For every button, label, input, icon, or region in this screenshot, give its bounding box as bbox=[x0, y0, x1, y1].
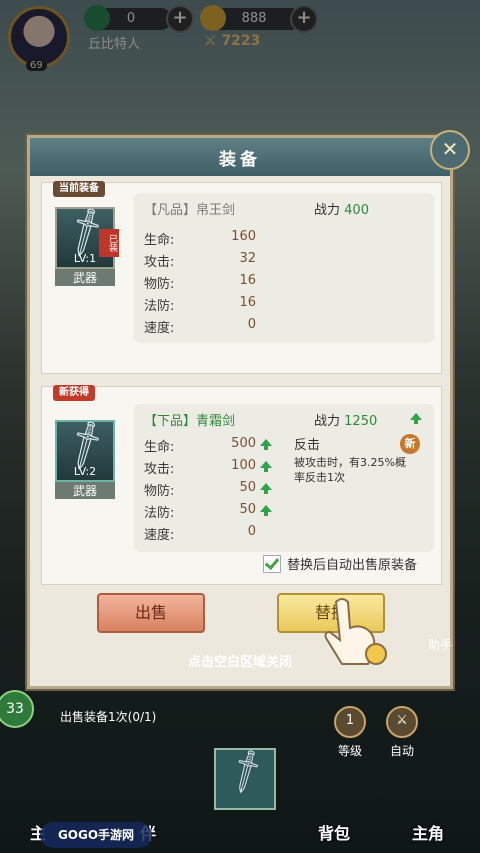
auto-button[interactable]: ⚔ 自动 bbox=[382, 706, 422, 759]
new-stats-box: 【下品】青霜剑 战力 1250 反击 被攻击时，有3.25%概 率反击1次 新 … bbox=[134, 404, 434, 552]
stat-value: 0 bbox=[247, 317, 256, 332]
sell-count-text: 出售装备1次(0/1) bbox=[60, 710, 157, 724]
stat-label: 攻击: bbox=[144, 462, 175, 477]
auto-battle-icon: ⚔ bbox=[386, 706, 418, 738]
stat-label: 生命: bbox=[144, 440, 175, 455]
current-weapon-category: 武器 bbox=[55, 269, 115, 286]
new-weapon-slot[interactable]: 🗡 LV:2 bbox=[55, 416, 116, 482]
stat-label: 物防: bbox=[144, 277, 175, 292]
auto-sell-label[interactable]: 替换后自动出售原装备 bbox=[287, 554, 417, 573]
nav-item-hero[interactable]: 主角 bbox=[412, 820, 444, 844]
new-item-name: 【下品】青霜剑 bbox=[144, 414, 236, 429]
stat-value: 16 bbox=[239, 295, 256, 310]
nav-item-bag[interactable]: 背包 bbox=[318, 820, 350, 844]
assistant-button[interactable]: 助手 bbox=[420, 636, 460, 653]
arrow-up-icon bbox=[260, 461, 272, 472]
current-item-power: 战力 400 bbox=[314, 199, 369, 218]
stat-value: 50 bbox=[239, 502, 256, 517]
assistant-label: 助手 bbox=[427, 638, 452, 652]
arrow-up-icon bbox=[260, 483, 272, 494]
current-equipment-tag: 当前装备 bbox=[53, 181, 105, 197]
skill-desc: 被攻击时，有3.25%概 bbox=[294, 456, 406, 469]
auto-label: 自动 bbox=[389, 744, 414, 758]
new-equipment-tag: 新获得 bbox=[53, 385, 95, 401]
power-label: 战力 bbox=[314, 414, 341, 429]
stat-label: 法防: bbox=[144, 299, 175, 314]
arrow-up-icon bbox=[410, 413, 422, 424]
sell-button[interactable]: 出售 bbox=[97, 593, 205, 633]
stat-label: 速度: bbox=[144, 321, 175, 336]
skill-desc: 率反击1次 bbox=[294, 471, 345, 484]
power-value: 1250 bbox=[344, 414, 378, 429]
level-value: 1 bbox=[334, 706, 366, 738]
skill-name: 反击 bbox=[294, 438, 321, 453]
level-button[interactable]: 1 等级 bbox=[330, 706, 370, 759]
current-weapon-slot[interactable]: 🗡 已装 LV:1 bbox=[55, 203, 119, 269]
power-label: 战力 bbox=[314, 203, 341, 218]
power-value: 400 bbox=[344, 203, 369, 218]
stat-label: 攻击: bbox=[144, 255, 175, 270]
stat-label: 速度: bbox=[144, 528, 175, 543]
watermark: GOGO手游网 bbox=[40, 822, 152, 848]
close-icon[interactable]: ✕ bbox=[430, 130, 470, 170]
stat-value: 16 bbox=[239, 273, 256, 288]
stat-value: 0 bbox=[247, 524, 256, 539]
level-label: 等级 bbox=[337, 744, 362, 758]
stat-value: 160 bbox=[231, 229, 256, 244]
stat-value: 32 bbox=[239, 251, 256, 266]
modal-title-bar: 装备 bbox=[30, 138, 450, 176]
stat-value: 100 bbox=[231, 458, 256, 473]
arrow-up-icon bbox=[260, 505, 272, 516]
current-item-name: 【凡品】帛王剑 bbox=[144, 203, 236, 218]
new-weapon-category: 武器 bbox=[55, 482, 115, 499]
stat-label: 生命: bbox=[144, 233, 175, 248]
current-weapon-level: LV:1 bbox=[73, 252, 97, 265]
stat-label: 法防: bbox=[144, 506, 175, 521]
new-badge: 新 bbox=[400, 434, 420, 454]
current-equipment-panel: 当前装备 🗡 已装 LV:1 武器 【凡品】帛王剑 战力 400 生命: 160… bbox=[41, 181, 442, 374]
new-item-power: 战力 1250 bbox=[314, 410, 377, 429]
arrow-up-icon bbox=[260, 439, 272, 450]
current-stats-box: 【凡品】帛王剑 战力 400 生命: 160 攻击: 32 物防: 16 法防:… bbox=[134, 193, 434, 343]
auto-sell-checkbox[interactable] bbox=[263, 555, 281, 573]
modal-title: 装备 bbox=[219, 150, 261, 170]
new-weapon-level: LV:2 bbox=[73, 465, 97, 478]
stat-value: 50 bbox=[239, 480, 256, 495]
stat-label: 物防: bbox=[144, 484, 175, 499]
close-hint: 点击空白区域关闭 bbox=[187, 655, 292, 670]
stat-value: 500 bbox=[231, 436, 256, 451]
